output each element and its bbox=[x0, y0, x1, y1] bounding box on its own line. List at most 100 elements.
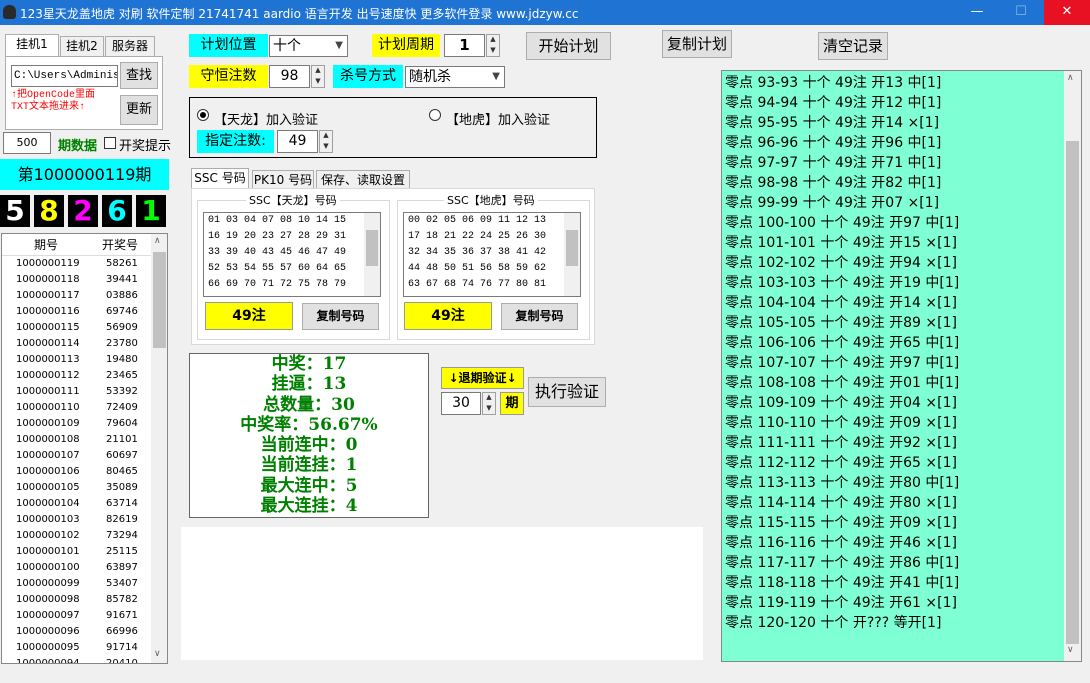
backtest-stepper[interactable]: ▲ ▼ bbox=[482, 392, 496, 415]
keep-count-stepper[interactable]: ▲ ▼ bbox=[311, 65, 325, 88]
draw-digit: 8 bbox=[34, 195, 64, 227]
issue-cell: 1000000099 bbox=[16, 578, 80, 589]
draw-digit: 1 bbox=[136, 195, 166, 227]
run-verify-button[interactable]: 执行验证 bbox=[528, 377, 606, 407]
plan-log[interactable]: 零点 93-93 十个 49注 开13 中[1] 零点 94-94 十个 49注 … bbox=[721, 70, 1082, 662]
tianlong-scrollbar[interactable] bbox=[364, 213, 380, 296]
lottery-hint-checkbox[interactable] bbox=[104, 137, 116, 149]
assign-count-stepper[interactable]: ▲ ▼ bbox=[319, 130, 333, 153]
update-button[interactable]: 更新 bbox=[120, 95, 158, 125]
tianlong-line: 01 03 04 07 08 10 14 15 bbox=[208, 215, 347, 226]
scroll-up-icon[interactable]: ∧ bbox=[1067, 73, 1074, 83]
log-line: 零点 117-117 十个 49注 开86 中[1] bbox=[725, 555, 960, 571]
period-count-input[interactable]: 500 bbox=[3, 132, 51, 154]
issue-cell: 1000000102 bbox=[16, 530, 80, 541]
tab-pk10-numbers[interactable]: PK10 号码 bbox=[252, 170, 314, 189]
period-label: 期数据 bbox=[58, 139, 98, 154]
table-row[interactable]: 1000000102 73294 bbox=[2, 528, 167, 544]
tab-ssc-numbers[interactable]: SSC 号码 bbox=[191, 168, 249, 189]
kill-method-select[interactable]: 随机杀 ▼ bbox=[405, 66, 505, 88]
number-cell: 91671 bbox=[106, 610, 138, 621]
issue-cell: 1000000107 bbox=[16, 450, 80, 461]
scroll-down-icon[interactable]: ∨ bbox=[1067, 645, 1074, 655]
tab-save-load-settings[interactable]: 保存、读取设置 bbox=[316, 170, 410, 189]
number-cell: 73294 bbox=[106, 530, 138, 541]
plan-cycle-label: 计划周期 bbox=[372, 34, 440, 57]
radio-dihu[interactable] bbox=[429, 109, 441, 121]
stat-rate: 中奖率：56.67% bbox=[240, 414, 378, 435]
plan-cycle-input[interactable]: 1 bbox=[444, 34, 485, 57]
table-row[interactable]: 1000000096 66996 bbox=[2, 624, 167, 640]
number-cell: 53392 bbox=[106, 386, 138, 397]
history-scrollbar[interactable]: ∧ ∨ bbox=[151, 234, 167, 663]
tianlong-copy-button[interactable]: 复制号码 bbox=[302, 303, 379, 330]
table-row[interactable]: 1000000103 82619 bbox=[2, 512, 167, 528]
table-row[interactable]: 1000000104 63714 bbox=[2, 496, 167, 512]
table-row[interactable]: 1000000095 91714 bbox=[2, 640, 167, 656]
table-row[interactable]: 1000000107 60697 bbox=[2, 448, 167, 464]
table-row[interactable]: 1000000114 23780 bbox=[2, 336, 167, 352]
table-row[interactable]: 1000000118 39441 bbox=[2, 272, 167, 288]
issue-cell: 1000000104 bbox=[16, 498, 80, 509]
find-button[interactable]: 查找 bbox=[120, 62, 158, 89]
table-row[interactable]: 1000000105 35089 bbox=[2, 480, 167, 496]
log-line: 零点 112-112 十个 49注 开65 ×[1] bbox=[725, 455, 957, 471]
output-area[interactable] bbox=[181, 527, 703, 660]
path-input[interactable]: C:\Users\Administ bbox=[11, 65, 118, 87]
table-row[interactable]: 1000000112 23465 bbox=[2, 368, 167, 384]
tianlong-numbers[interactable]: 01 03 04 07 08 10 14 15 16 19 20 23 27 2… bbox=[203, 212, 381, 297]
stat-win: 中奖：17 bbox=[271, 354, 347, 374]
maximize-button[interactable]: ☐ bbox=[998, 0, 1044, 25]
dihu-copy-button[interactable]: 复制号码 bbox=[501, 303, 578, 330]
table-row[interactable]: 1000000111 53392 bbox=[2, 384, 167, 400]
tab-hangup-1[interactable]: 挂机1 bbox=[5, 34, 59, 56]
table-row[interactable]: 1000000106 80465 bbox=[2, 464, 167, 480]
history-scroll-thumb[interactable] bbox=[153, 252, 166, 348]
dihu-numbers[interactable]: 00 02 05 06 09 11 12 13 17 18 21 22 24 2… bbox=[403, 212, 581, 297]
table-row[interactable]: 1000000116 69746 bbox=[2, 304, 167, 320]
table-row[interactable]: 1000000098 85782 bbox=[2, 592, 167, 608]
log-line: 零点 96-96 十个 49注 开96 中[1] bbox=[725, 135, 942, 151]
table-row[interactable]: 1000000101 25115 bbox=[2, 544, 167, 560]
number-cell: 79604 bbox=[106, 418, 138, 429]
keep-count-input[interactable]: 98 bbox=[269, 65, 310, 88]
close-button[interactable]: ✕ bbox=[1044, 0, 1090, 25]
issue-cell: 1000000106 bbox=[16, 466, 80, 477]
issue-cell: 1000000096 bbox=[16, 626, 80, 637]
table-row[interactable]: 1000000094 20410 bbox=[2, 656, 167, 663]
table-row[interactable]: 1000000109 79604 bbox=[2, 416, 167, 432]
table-row[interactable]: 1000000099 53407 bbox=[2, 576, 167, 592]
number-cell: 21101 bbox=[106, 434, 138, 445]
backtest-unit: 期 bbox=[500, 392, 524, 415]
plan-cycle-stepper[interactable]: ▲ ▼ bbox=[486, 34, 500, 57]
radio-dihu-label: 【地虎】加入验证 bbox=[446, 113, 551, 128]
issue-cell: 1000000112 bbox=[16, 370, 80, 381]
table-row[interactable]: 1000000119 58261 bbox=[2, 256, 167, 272]
log-line: 零点 95-95 十个 49注 开14 ×[1] bbox=[725, 115, 940, 131]
table-row[interactable]: 1000000117 03886 bbox=[2, 288, 167, 304]
backtest-input[interactable]: 30 bbox=[441, 392, 481, 415]
table-row[interactable]: 1000000115 56909 bbox=[2, 320, 167, 336]
radio-tianlong[interactable] bbox=[197, 109, 209, 121]
copy-plan-button[interactable]: 复制计划 bbox=[662, 30, 732, 58]
table-row[interactable]: 1000000113 19480 bbox=[2, 352, 167, 368]
tab-hangup-2[interactable]: 挂机2 bbox=[60, 36, 104, 56]
scroll-down-icon[interactable]: ∨ bbox=[154, 649, 161, 659]
dihu-title: SSC【地虎】号码 bbox=[444, 192, 538, 208]
table-row[interactable]: 1000000097 91671 bbox=[2, 608, 167, 624]
plan-position-select[interactable]: 十个 ▼ bbox=[269, 35, 348, 57]
draw-digit: 6 bbox=[102, 195, 132, 227]
assign-count-input[interactable]: 49 bbox=[277, 130, 318, 153]
scroll-up-icon[interactable]: ∧ bbox=[154, 236, 161, 246]
dihu-scrollbar[interactable] bbox=[564, 213, 580, 296]
tab-server[interactable]: 服务器 bbox=[105, 36, 155, 56]
log-scrollbar[interactable]: ∧ ∨ bbox=[1064, 71, 1081, 661]
table-row[interactable]: 1000000100 63897 bbox=[2, 560, 167, 576]
log-scroll-thumb[interactable] bbox=[1066, 141, 1079, 644]
clear-log-button[interactable]: 清空记录 bbox=[818, 32, 888, 60]
table-row[interactable]: 1000000110 72409 bbox=[2, 400, 167, 416]
minimize-button[interactable]: — bbox=[954, 0, 1000, 25]
kill-method-value: 随机杀 bbox=[409, 69, 451, 85]
start-plan-button[interactable]: 开始计划 bbox=[526, 32, 611, 60]
table-row[interactable]: 1000000108 21101 bbox=[2, 432, 167, 448]
